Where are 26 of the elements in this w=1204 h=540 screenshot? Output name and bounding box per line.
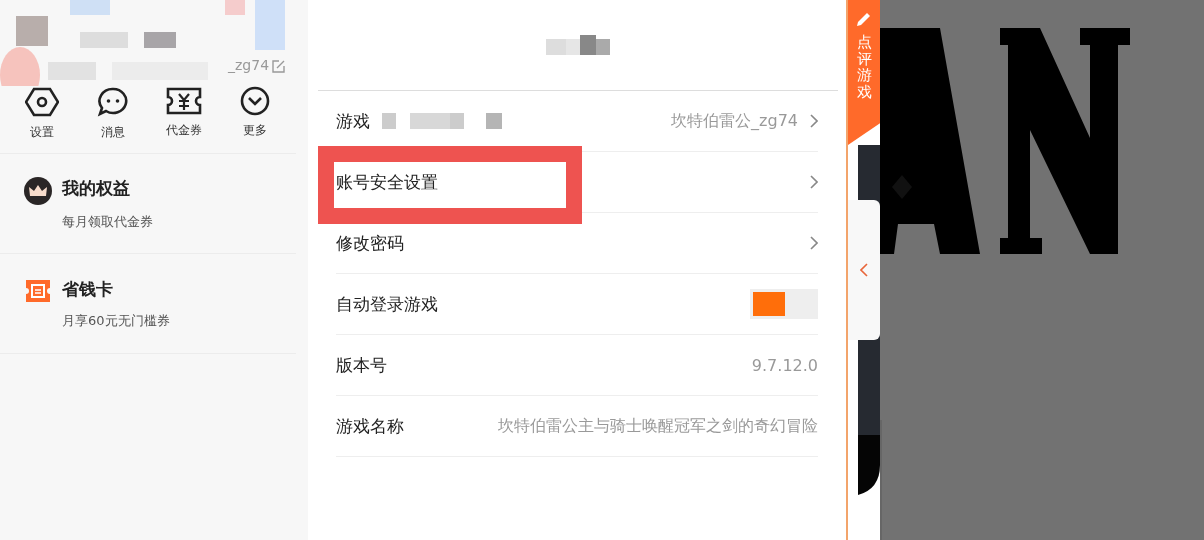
benefit-item[interactable]: 我的权益 每月领取代金券 bbox=[0, 154, 296, 254]
settings-row[interactable]: 账号安全设置 bbox=[336, 152, 818, 213]
card-icon bbox=[24, 277, 52, 304]
edit-icon[interactable] bbox=[272, 60, 285, 73]
user-id-text: _zg74 bbox=[228, 57, 270, 73]
quick-action-button[interactable]: 消息 bbox=[82, 86, 143, 141]
chevron-right-icon bbox=[810, 236, 818, 250]
settings-row[interactable]: 游戏 坎特伯雷公_zg74 bbox=[336, 91, 818, 152]
settings-row: 游戏名称 坎特伯雷公主与骑士唤醒冠军之剑的奇幻冒险 bbox=[336, 396, 818, 457]
chevron-left-icon bbox=[860, 263, 868, 277]
chevron-down-circle-icon bbox=[239, 86, 270, 116]
quick-action-button[interactable]: 设置 bbox=[11, 86, 72, 141]
benefit-item[interactable]: 省钱卡 月享60元无门槛券 bbox=[0, 254, 296, 354]
chevron-right-icon bbox=[810, 175, 818, 189]
chevron-right-icon bbox=[810, 114, 818, 128]
settings-icon bbox=[24, 86, 59, 118]
settings-row[interactable]: 自动登录游戏 bbox=[336, 274, 818, 335]
quick-action-button[interactable]: 更多 bbox=[224, 86, 285, 141]
auto-login-switch[interactable] bbox=[750, 289, 818, 319]
pencil-icon bbox=[855, 10, 873, 28]
settings-row[interactable]: 修改密码 bbox=[336, 213, 818, 274]
settings-row: 版本号 9.7.12.0 bbox=[336, 335, 818, 396]
quick-action-button[interactable]: 代金券 bbox=[153, 86, 214, 141]
chat-bubble-icon bbox=[96, 86, 129, 118]
crown-icon bbox=[24, 176, 52, 205]
ticket-icon bbox=[165, 86, 202, 116]
